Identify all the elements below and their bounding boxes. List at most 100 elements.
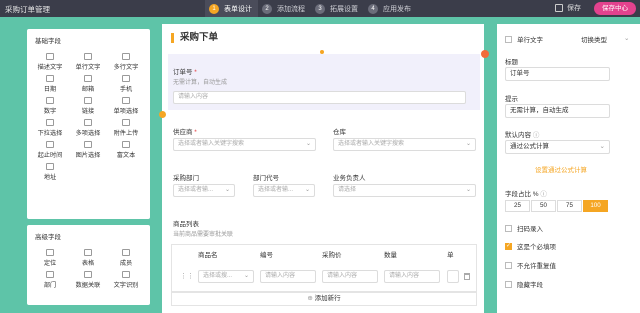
basic-fields-panel: 基础字段 描述文字 单行文字 多行文字日期 邮箱 手机数字 链接 单项选择下拉选择 多项选择 附… (27, 29, 150, 219)
step-form-design[interactable]: 1 表单设计 (205, 0, 258, 17)
help-icon: ⓘ (532, 132, 540, 139)
field-type-icon (46, 97, 54, 104)
basic-field-item[interactable]: 地址 (31, 161, 69, 183)
field-type-icon (505, 35, 512, 43)
step-nav: 1 表单设计 2 添加流程 3 拓展设置 4 应用发布 (205, 0, 417, 17)
basic-field-item[interactable]: 图片选择 (69, 139, 107, 161)
top-bar: 采购订单管理 1 表单设计 2 添加流程 3 拓展设置 4 应用发布 保存 保存… (0, 0, 640, 17)
scan-entry-checkbox[interactable]: 扫码录入 (505, 223, 543, 233)
drag-icon[interactable]: ⋮⋮ (180, 272, 194, 280)
basic-fields-title: 基础字段 (35, 38, 61, 45)
switch-type-button[interactable]: 切换类型 (581, 34, 607, 44)
basic-field-item[interactable]: 多项选择 (69, 117, 107, 139)
table-cell-input[interactable]: 请输入内容 (384, 270, 440, 283)
field-type-icon (84, 271, 92, 278)
copy-field-icon[interactable] (481, 50, 489, 58)
width-option-25[interactable]: 25 (505, 200, 530, 212)
default-select[interactable]: 通过公式计算 ⌄ (505, 140, 610, 154)
table-cell-input[interactable]: 选择或搜... ⌄ (198, 270, 254, 283)
advanced-field-item[interactable]: 定位 (31, 247, 69, 269)
width-option-75[interactable]: 75 (557, 200, 582, 212)
advanced-field-item[interactable]: 表格 (69, 247, 107, 269)
basic-field-item[interactable]: 富文本 (107, 139, 145, 161)
title-input[interactable]: 订单号 (505, 67, 610, 81)
step-app-publish[interactable]: 4 应用发布 (364, 0, 417, 17)
product-list-label: 商品列表 (173, 221, 199, 228)
step-add-process[interactable]: 2 添加流程 (258, 0, 311, 17)
basic-field-item[interactable]: 单行文字 (69, 51, 107, 73)
basic-field-label: 数字 (43, 108, 57, 115)
width-option-100[interactable]: 100 (583, 200, 608, 212)
step-number: 3 (315, 3, 325, 14)
basic-field-label: 邮箱 (81, 86, 95, 93)
basic-field-item[interactable]: 单项选择 (107, 95, 145, 117)
save-icon (555, 4, 563, 12)
step-label: 拓展设置 (330, 5, 358, 13)
checkbox-box (505, 261, 512, 269)
basic-field-label: 手机 (119, 86, 133, 93)
field-type-icon (84, 249, 92, 256)
formula-link[interactable]: 设置通过公式计算 (535, 164, 587, 174)
delete-row-icon[interactable] (464, 273, 470, 280)
warehouse-select[interactable]: 选择或者输入关键字搜索 ⌄ (333, 138, 476, 151)
save-button[interactable]: 保存 (555, 3, 581, 13)
advanced-field-item[interactable]: 部门 (31, 269, 69, 291)
step-label: 应用发布 (383, 5, 411, 13)
field-type-icon (122, 141, 130, 148)
no-duplicate-checkbox[interactable]: 不允许重复值 (505, 260, 556, 270)
advanced-field-item[interactable]: 文字识别 (107, 269, 145, 291)
table-cell-input[interactable]: 请输入内容 (322, 270, 378, 283)
table-cell-input[interactable]: 请输入内容 (260, 270, 316, 283)
basic-field-item[interactable]: 日期 (31, 73, 69, 95)
add-row-button[interactable]: ⊕ 添加新行 (171, 292, 477, 306)
basic-field-label: 图片选择 (75, 152, 101, 159)
order-no-input[interactable]: 请输入内容 (173, 91, 466, 104)
basic-field-label: 日期 (43, 86, 57, 93)
add-row-label: 添加新行 (314, 295, 341, 302)
hint-label: 提示 (505, 96, 518, 103)
field-type-icon (46, 271, 54, 278)
basic-field-item[interactable]: 邮箱 (69, 73, 107, 95)
hint-input[interactable]: 无需计算，自动生成 (505, 104, 610, 118)
field-type-icon (122, 249, 130, 256)
dept-label: 采购部门 (173, 175, 199, 182)
supplier-select[interactable]: 选择或者输入关键字搜索 ⌄ (173, 138, 316, 151)
basic-field-item[interactable]: 手机 (107, 73, 145, 95)
basic-field-label: 链接 (81, 108, 95, 115)
publish-button[interactable]: 保存中心 (594, 2, 636, 15)
width-option-50[interactable]: 50 (531, 200, 556, 212)
basic-field-item[interactable]: 起止时间 (31, 139, 69, 161)
field-type-icon (122, 271, 130, 278)
chevron-down-icon[interactable]: ⌄ (624, 34, 629, 42)
form-title: 采购下单 (171, 33, 218, 43)
advanced-field-item[interactable]: 数据关联 (69, 269, 107, 291)
column-header: 数量 (384, 252, 397, 259)
basic-field-item[interactable]: 数字 (31, 95, 69, 117)
field-type-icon (46, 53, 54, 60)
plus-circle-icon: ⊕ (307, 295, 315, 302)
basic-field-item[interactable]: 下拉选择 (31, 117, 69, 139)
drag-dot-left[interactable] (159, 111, 166, 118)
field-type-icon (84, 119, 92, 126)
basic-field-item[interactable]: 附件上传 (107, 117, 145, 139)
advanced-field-item[interactable]: 成员 (107, 247, 145, 269)
step-extend-settings[interactable]: 3 拓展设置 (311, 0, 364, 17)
field-type-icon (46, 119, 54, 126)
column-header: 商品名 (198, 252, 218, 259)
basic-field-item[interactable]: 描述文字 (31, 51, 69, 73)
dept-select[interactable]: 选择或者输... ⌄ (173, 184, 235, 197)
field-type-icon (46, 75, 54, 82)
field-type-indicator: 单行文字 (505, 34, 543, 44)
help-icon: ⓘ (540, 191, 547, 198)
dept-code-select[interactable]: 选择或者输... ⌄ (253, 184, 315, 197)
advanced-field-label: 数据关联 (75, 282, 101, 289)
basic-field-item[interactable]: 多行文字 (107, 51, 145, 73)
basic-field-label: 多行文字 (113, 64, 139, 71)
column-header: 单 (447, 252, 454, 259)
basic-field-item[interactable]: 链接 (69, 95, 107, 117)
basic-field-label: 描述文字 (37, 64, 63, 71)
column-header: 采购价 (322, 252, 342, 259)
owner-select[interactable]: 请选择 ⌄ (333, 184, 476, 197)
table-cell-input[interactable] (447, 270, 459, 283)
required-checkbox[interactable]: ✓ 这是个必填项 (505, 241, 556, 251)
